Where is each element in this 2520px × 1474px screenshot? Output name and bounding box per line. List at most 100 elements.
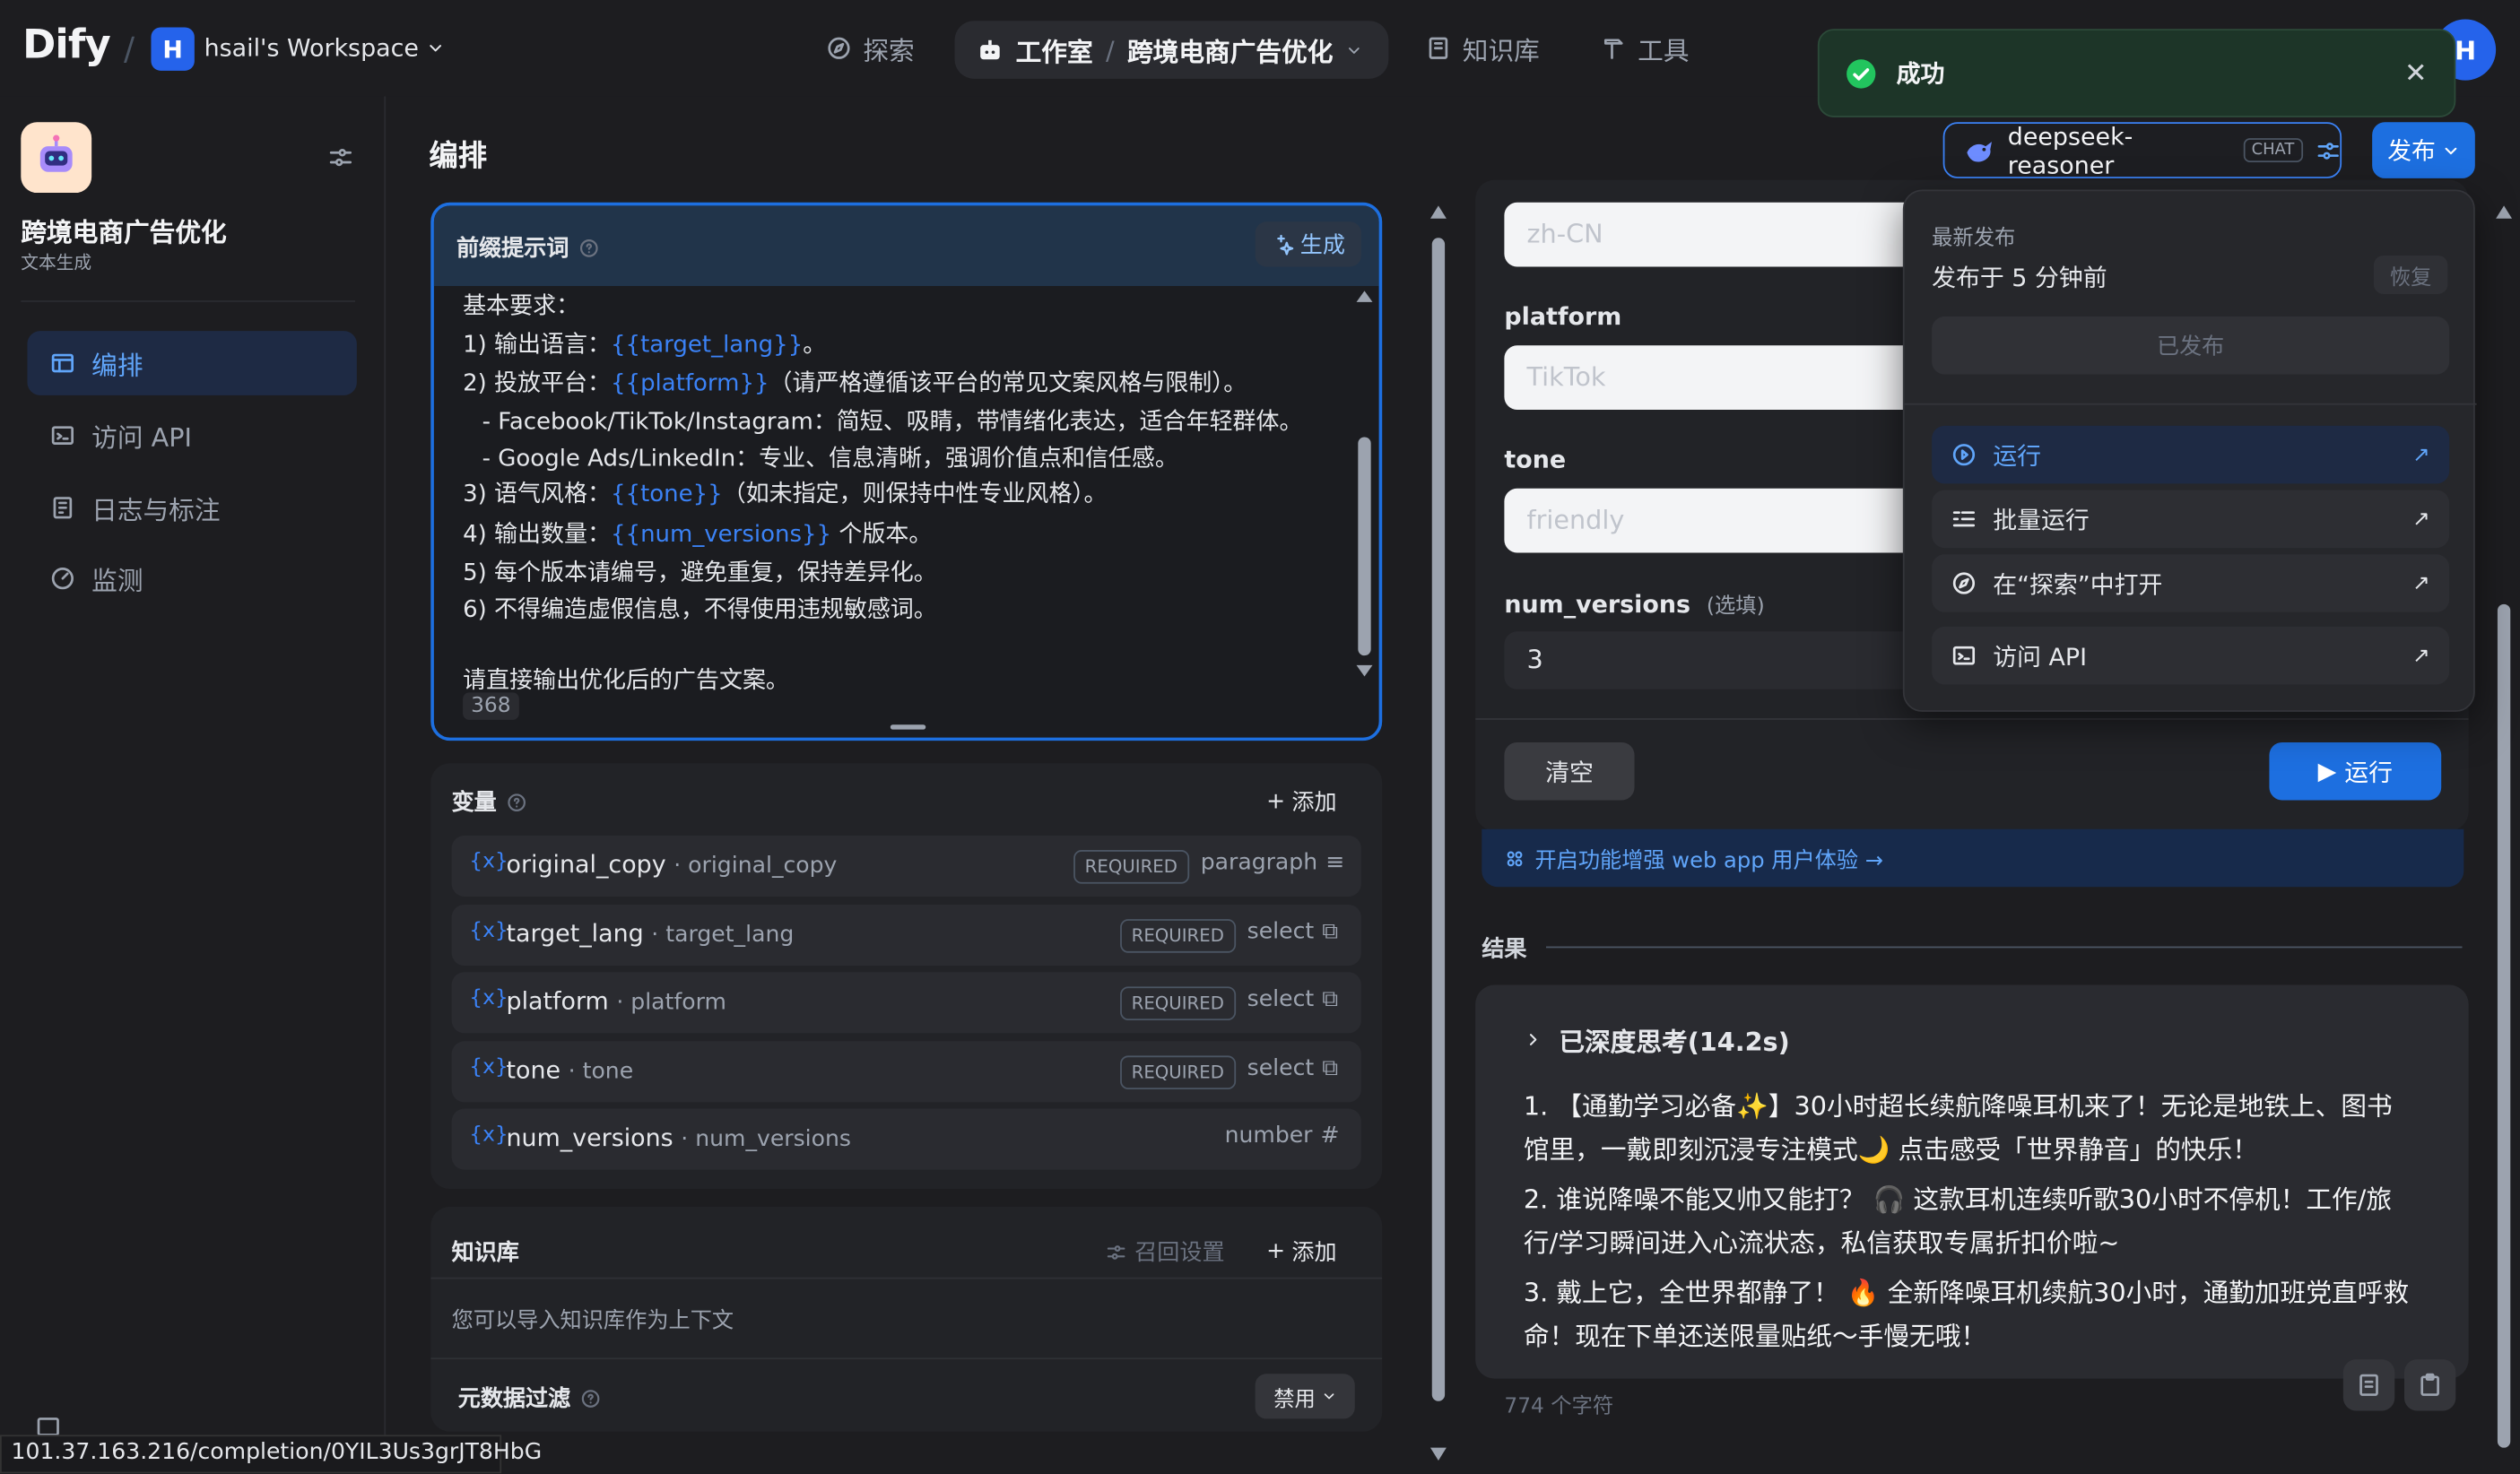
dify-logo[interactable]: Dify xyxy=(22,21,111,67)
variable-type: paragraph ≡ xyxy=(1200,850,1345,876)
workspace-switcher[interactable]: hsail's Workspace xyxy=(204,34,445,63)
knowledge-panel: 知识库 召回设置 + 添加 您可以导入知识库作为上下文 元数据过滤 禁用 xyxy=(430,1206,1383,1432)
external-link-icon: ↗ xyxy=(2412,507,2430,532)
sliders-icon[interactable] xyxy=(328,144,354,170)
hammer-icon xyxy=(1603,39,1623,59)
model-selector[interactable]: deepseek-reasoner CHAT xyxy=(1942,121,2342,179)
recall-settings-button[interactable]: 召回设置 xyxy=(1106,1236,1225,1268)
nav-explore[interactable]: 探索 xyxy=(826,29,915,67)
required-badge: REQUIRED xyxy=(1120,1055,1236,1090)
sliders-icon[interactable] xyxy=(2316,137,2341,163)
nav-studio-label: 工作室 xyxy=(1015,37,1093,68)
divider xyxy=(1546,946,2463,949)
help-icon[interactable] xyxy=(580,1387,601,1408)
nav-knowledge[interactable]: 知识库 xyxy=(1426,29,1540,67)
published-time: 发布于 5 分钟前 xyxy=(1932,263,2107,293)
nav-tools-label: 工具 xyxy=(1638,35,1690,66)
nav-explore-label: 探索 xyxy=(863,35,915,66)
prompt-title-label: 前缀提示词 xyxy=(456,236,569,263)
publish-button[interactable]: 发布 xyxy=(2372,122,2475,178)
result-line: 3. 戴上它，全世界都静了！ 🔥 全新降噪耳机续航30小时，通勤加班党直呼救 xyxy=(1523,1277,2410,1308)
variable-row[interactable]: {x} platform · platform REQUIRED select ⧉ xyxy=(451,972,1361,1034)
success-toast: 成功 xyxy=(1817,29,2456,117)
terminal-icon xyxy=(1952,646,1976,665)
sidebar-item-api[interactable]: 访问 API xyxy=(27,403,356,468)
variable-row[interactable]: {x} tone · tone REQUIRED select ⧉ xyxy=(451,1041,1361,1103)
tone-select[interactable]: friendly xyxy=(1504,488,1939,553)
webapp-enhance-link[interactable]: 开启功能增强 web app 用户体验 → xyxy=(1482,828,2464,888)
result-line: 行/学习瞬间进入心流状态，私信获取专属折扣价啦~ xyxy=(1523,1227,2120,1259)
divider xyxy=(430,1357,1383,1360)
help-icon[interactable] xyxy=(578,237,599,257)
prompt-line: - Google Ads/LinkedIn：专业、信息清晰，强调价值点和信任感。 xyxy=(482,447,1178,473)
menu-item-label: 批量运行 xyxy=(1993,505,2090,534)
published-button[interactable]: 已发布 xyxy=(1932,316,2450,375)
metadata-filter-select[interactable]: 禁用 xyxy=(1255,1374,1355,1419)
menu-access-api[interactable]: 访问 API ↗ xyxy=(1932,626,2450,685)
grid-icon xyxy=(1507,850,1523,866)
divider xyxy=(21,300,356,302)
external-link-icon: ↗ xyxy=(2412,571,2430,595)
thinking-label: 已深度思考(14.2s) xyxy=(1559,1027,1790,1058)
thinking-toggle[interactable]: 已深度思考(14.2s) xyxy=(1524,1020,1790,1059)
menu-run[interactable]: 运行 ↗ xyxy=(1932,425,2450,484)
select-icon: ⧉ xyxy=(1322,986,1339,1013)
prompt-variable: {{tone}} xyxy=(610,481,723,508)
breadcrumb-separator: / xyxy=(1105,34,1115,65)
chevron-down-icon xyxy=(1323,1393,1334,1400)
close-icon[interactable]: ✕ xyxy=(2404,58,2428,91)
robot-icon xyxy=(39,134,73,172)
document-icon xyxy=(2359,1374,2378,1396)
sidebar-item-monitor[interactable]: 监测 xyxy=(27,546,356,611)
external-link-icon: ↗ xyxy=(2412,442,2430,467)
check-circle-icon xyxy=(1847,58,1876,88)
menu-batch-run[interactable]: 批量运行 ↗ xyxy=(1932,490,2450,549)
copy-button[interactable] xyxy=(2403,1359,2456,1411)
generate-button[interactable]: 生成 xyxy=(1255,221,1361,267)
orchestrate-scrollbar[interactable] xyxy=(1429,205,1447,1467)
workspace-name: hsail's Workspace xyxy=(204,33,419,63)
add-variable-button[interactable]: + 添加 xyxy=(1266,785,1336,818)
nav-studio[interactable]: 工作室 / 跨境电商广告优化 xyxy=(954,21,1389,79)
book-icon xyxy=(1429,37,1448,59)
variable-row[interactable]: {x} original_copy · original_copy REQUIR… xyxy=(451,835,1361,897)
run-button[interactable]: ▶ 运行 xyxy=(2269,741,2442,801)
nav-tools[interactable]: 工具 xyxy=(1601,29,1690,67)
divider: / xyxy=(123,29,135,68)
clear-button[interactable]: 清空 xyxy=(1504,741,1635,801)
play-icon: ▶ xyxy=(2317,757,2337,786)
prompt-editor[interactable]: 前缀提示词 生成 基本要求： 1) 输出语言：{{target_lang}}。 … xyxy=(430,202,1383,741)
num-versions-input[interactable]: 3 xyxy=(1504,631,1939,689)
nav-current-app[interactable]: 跨境电商广告优化 xyxy=(1127,30,1333,69)
publish-label: 发布 xyxy=(2387,136,2436,166)
hash-icon: # xyxy=(1320,1123,1340,1149)
sidebar-item-logs[interactable]: 日志与标注 xyxy=(27,475,356,540)
workspace-avatar[interactable]: H xyxy=(151,27,195,71)
sidebar-item-label: 访问 API xyxy=(91,422,192,454)
select-icon: ⧉ xyxy=(1322,919,1339,945)
variable-row[interactable]: {x} num_versions · num_versions number # xyxy=(451,1108,1361,1170)
restore-button[interactable]: 恢复 xyxy=(2373,255,2448,294)
prompt-line: 2) 投放平台：{{platform}}（请严格遵循该平台的常见文案风格与限制）… xyxy=(463,370,1247,397)
target-lang-select[interactable]: zh-CN xyxy=(1504,202,1939,267)
resize-handle[interactable] xyxy=(890,724,926,730)
prompt-scrollbar[interactable] xyxy=(1356,290,1373,684)
variable-row[interactable]: {x} target_lang · target_lang REQUIRED s… xyxy=(451,904,1361,967)
view-document-button[interactable] xyxy=(2342,1359,2395,1411)
variable-type: select ⧉ xyxy=(1247,1055,1339,1082)
compass-icon xyxy=(828,37,850,59)
publish-dropdown: 最新发布 发布于 5 分钟前 恢复 已发布 运行 ↗ 批量运行 ↗ 在“探索”中… xyxy=(1902,189,2477,712)
plus-icon: + xyxy=(1266,788,1286,815)
result-scrollbar[interactable] xyxy=(2496,205,2513,1467)
platform-select[interactable]: TikTok xyxy=(1504,345,1939,410)
app-type: 文本生成 xyxy=(21,252,92,273)
add-knowledge-button[interactable]: + 添加 xyxy=(1266,1236,1336,1268)
toast-message: 成功 xyxy=(1896,59,1945,89)
variable-icon: {x} xyxy=(469,986,508,1011)
terminal-icon xyxy=(51,426,74,445)
menu-open-explore[interactable]: 在“探索”中打开 ↗ xyxy=(1932,554,2450,612)
run-label: 运行 xyxy=(2344,757,2394,787)
help-icon[interactable] xyxy=(507,792,527,812)
knowledge-hint: 您可以导入知识库作为上下文 xyxy=(451,1307,734,1334)
sidebar-item-orchestrate[interactable]: 编排 xyxy=(27,331,357,395)
